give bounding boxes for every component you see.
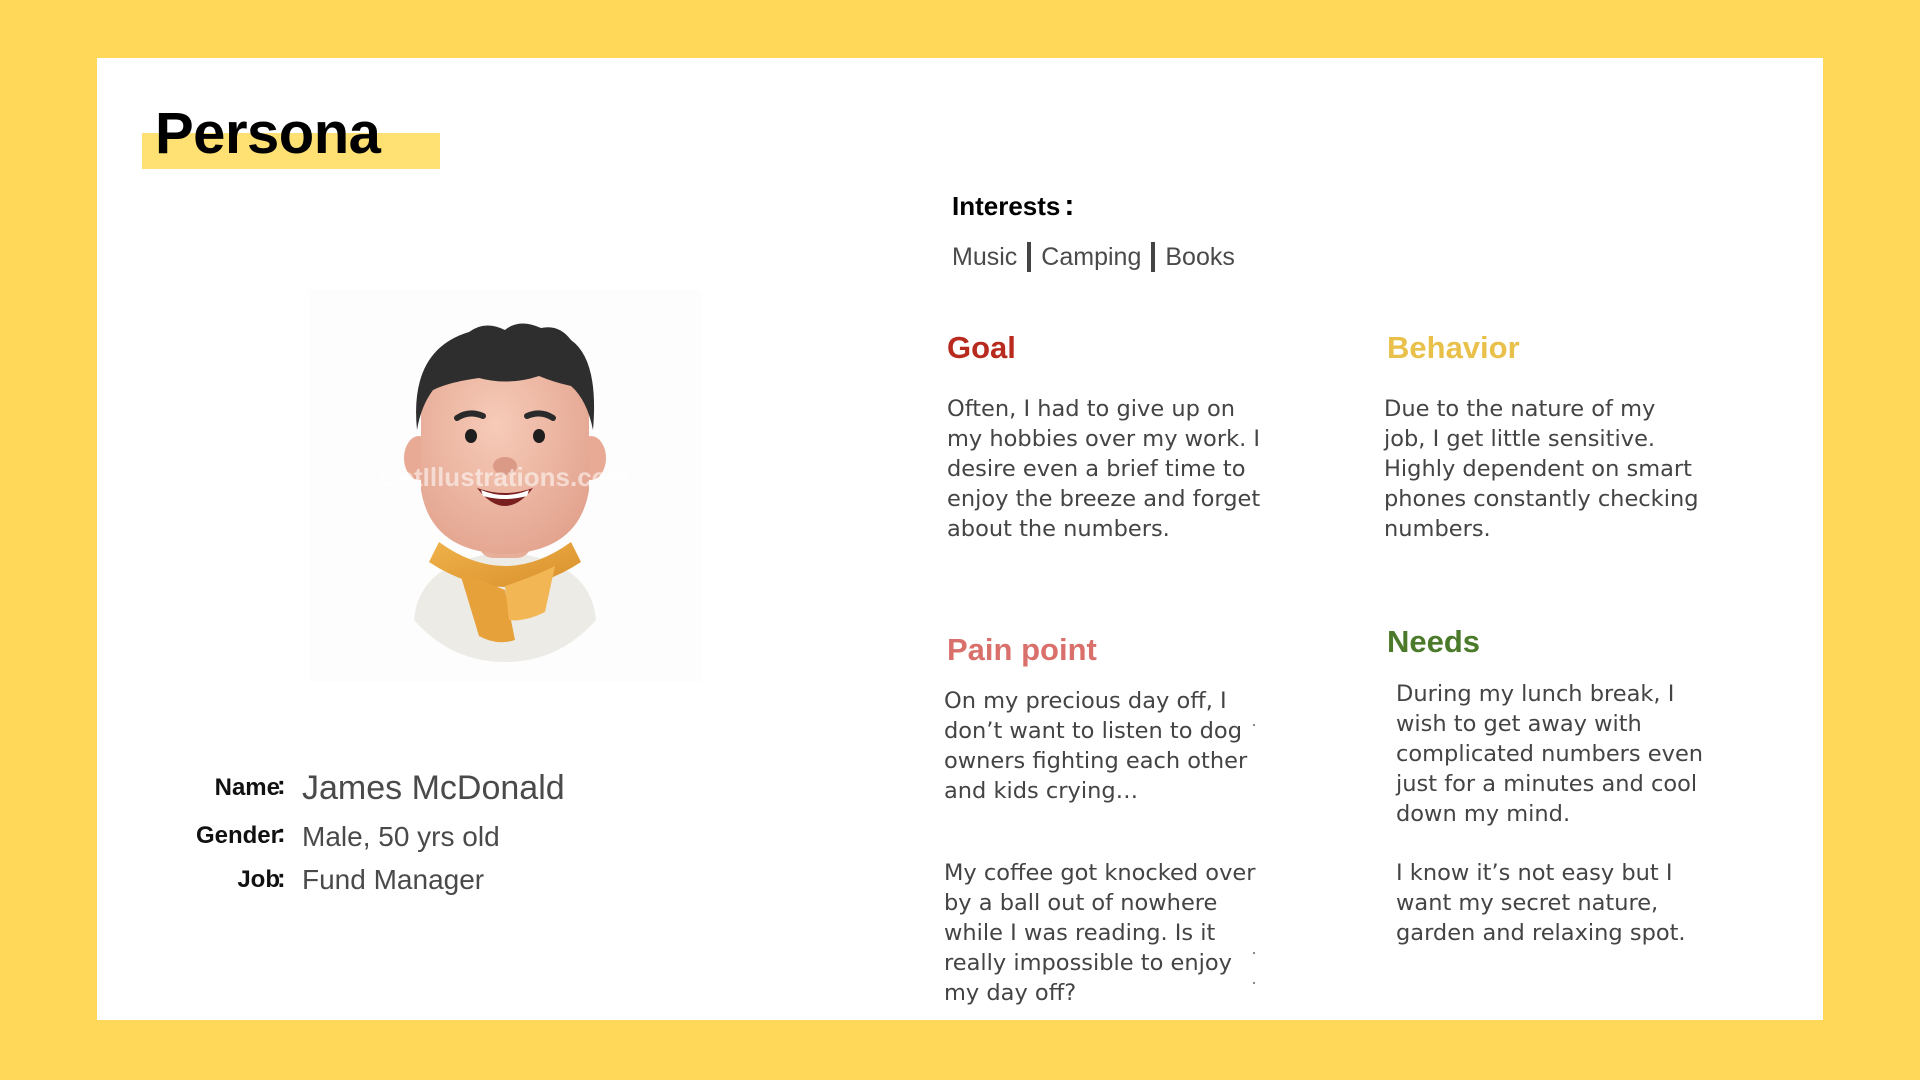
interest-separator [1027,242,1032,272]
behavior-title: Behavior [1387,330,1520,365]
interests-colon: : [1064,189,1075,222]
avatar-watermark: GetIllustrations.com [379,462,630,492]
pain-point-body-1: On my precious day off, I don’t want to … [944,688,1248,804]
interests-list: Music Camping Books [952,242,1235,272]
goal-title: Goal [947,330,1016,365]
avatar: GetIllustrations.com [309,290,701,682]
page-title: Persona [155,101,381,166]
interest-separator [1151,242,1156,272]
needs-title: Needs [1387,624,1481,659]
name-colon: : [277,770,286,800]
goal-body: Often, I had to give up on my hobbies ov… [947,396,1261,542]
gender-value: Male, 50 yrs old [302,821,500,852]
interest-item: Music [952,242,1018,271]
name-label: Name [214,774,280,801]
name-value: James McDonald [302,769,565,807]
decorative-dot [1253,724,1255,726]
pain-point-body-2: My coffee got knocked over by a ball out… [944,860,1256,1006]
persona-card: Persona GetIllustrations.com Name: Jame… [97,58,1823,1020]
decorative-dot [1253,982,1255,984]
gender-colon: : [277,818,286,848]
pain-point-title: Pain point [947,632,1097,667]
avatar-illustration: GetIllustrations.com [379,323,631,662]
job-label: Job [237,866,280,893]
interests-label-text: Interests [952,191,1061,221]
interests-label: Interests: [952,189,1074,223]
job-colon: : [277,863,286,893]
interest-item: Books [1165,242,1235,271]
needs-body-2: I know it’s not easy but I want my secre… [1396,860,1686,946]
decorative-dot [1253,952,1255,954]
gender-label: Gender [195,822,280,849]
job-value: Fund Manager [302,864,485,895]
needs-body-1: During my lunch break, I wish to get awa… [1396,681,1704,827]
interest-item: Camping [1041,242,1142,271]
behavior-body: Due to the nature of my job, I get littl… [1384,396,1699,542]
